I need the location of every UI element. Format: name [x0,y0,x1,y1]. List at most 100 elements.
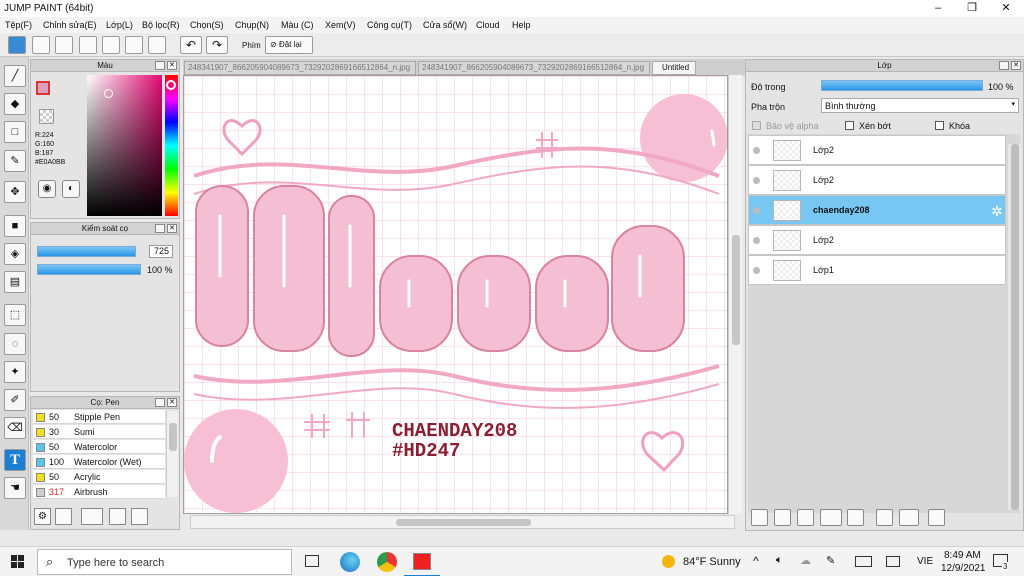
edge-browser-icon[interactable] [340,552,360,572]
brush-folder-icon[interactable] [131,508,148,525]
copy-layer-icon[interactable] [774,509,791,526]
eyedropper-icon[interactable]: ◐ [62,180,80,198]
comment-icon[interactable] [55,36,73,54]
new-brush-icon[interactable] [55,508,72,525]
menu-window[interactable]: Cửa sổ(W) [423,20,467,30]
drawing-canvas[interactable]: CHAENDAY208 #HD247 [183,75,728,514]
language-indicator[interactable]: VIE [917,556,933,567]
rect-tool-icon[interactable]: □ [4,121,26,143]
select-eraser-tool-icon[interactable]: ⌫ [4,417,26,439]
lock-checkbox[interactable] [935,121,944,130]
panel-float-icon[interactable] [999,61,1009,70]
menu-color[interactable]: Màu (C) [281,20,314,30]
windows-start-icon[interactable] [11,555,24,568]
brush-export-icon[interactable] [109,508,126,525]
undo-icon[interactable]: ↶ [180,36,202,54]
menu-capture[interactable]: Chụp(N) [235,20,269,30]
brush-opacity-slider[interactable] [37,264,141,275]
panel-close-icon[interactable]: ✕ [167,61,177,70]
scrollbar-thumb[interactable] [1011,144,1019,510]
bucket-tool-icon[interactable]: ◈ [4,243,26,265]
layer-row[interactable]: Lớp2 [748,135,1006,165]
brush-size-slider[interactable] [37,246,136,257]
onedrive-icon[interactable]: ☁ [800,554,811,567]
lasso-tool-icon[interactable]: ◌ [4,333,26,355]
h-scroll-thumb[interactable] [396,519,531,526]
palette-icon[interactable]: ◉ [38,180,56,198]
brush-settings-icon[interactable]: ⚙ [34,508,51,525]
visibility-eye-icon[interactable] [753,237,760,244]
canvas-v-scrollbar[interactable] [728,75,742,514]
doc-tab-2[interactable]: 248341907_866205904089673_73292028691665… [418,61,650,75]
chrome-icon[interactable] [377,552,397,572]
doc-tab-untitled[interactable]: Untitled [652,61,696,75]
snap-icon[interactable] [8,36,26,54]
layer-row[interactable]: Lớp2 [748,165,1006,195]
folder-icon[interactable] [847,509,864,526]
primary-color-swatch[interactable] [36,81,50,95]
new-layer-icon[interactable] [751,509,768,526]
chevron-up-icon[interactable]: ^ [753,554,759,568]
pen-icon[interactable]: ✎ [826,554,835,567]
fill-rect-tool-icon[interactable]: ■ [4,215,26,237]
canvas-h-scrollbar[interactable] [190,515,735,529]
select-rect-tool-icon[interactable]: ⬚ [4,304,26,326]
clip-checkbox[interactable] [845,121,854,130]
menu-filter[interactable]: Bộ lọc(R) [142,20,180,30]
hand-tool-icon[interactable]: ☚ [4,477,26,499]
panel-close-icon[interactable]: ✕ [167,224,177,233]
merge-down-icon[interactable] [876,509,893,526]
gradient-tool-icon[interactable]: ▤ [4,271,26,293]
brush-list-item[interactable]: 30 Sumi [33,425,165,439]
share-icon[interactable] [32,36,50,54]
scrollbar-thumb[interactable] [169,423,177,451]
redo-icon[interactable]: ↷ [206,36,228,54]
brush-list-item[interactable]: 50 Watercolor [33,440,165,454]
layer-opacity-slider[interactable] [821,80,983,91]
keyboard-icon[interactable] [855,556,872,567]
task-view-icon[interactable] [305,555,319,567]
brush-tool-icon[interactable]: ╱ [4,65,26,87]
alpha-protect-checkbox[interactable] [752,121,761,130]
hue-cursor[interactable] [166,80,176,90]
visibility-eye-icon[interactable] [753,177,760,184]
menu-layer[interactable]: Lớp(L) [106,20,133,30]
layer-mask-icon[interactable] [899,509,919,526]
layer-row[interactable]: Lớp1 [748,255,1006,285]
menu-view[interactable]: Xem(V) [325,20,356,30]
close-button[interactable]: ✕ [989,0,1023,17]
layer-image-icon[interactable] [797,509,814,526]
brush-list-item[interactable]: 100 Watercolor (Wet) [33,455,165,469]
transparent-swatch[interactable] [39,109,54,124]
clock-time[interactable]: 8:49 AM [944,550,981,561]
picker-cursor[interactable] [104,89,113,98]
add-layer-menu-icon[interactable] [820,509,842,526]
visibility-eye-icon[interactable] [753,147,760,154]
v-scroll-thumb[interactable] [732,235,740,345]
visibility-eye-icon[interactable] [753,267,760,274]
menu-help[interactable]: Help [512,20,531,30]
menu-file[interactable]: Tệp(F) [5,20,32,30]
minimize-button[interactable]: – [921,0,955,17]
delete-layer-icon[interactable] [928,509,945,526]
layer-list-scrollbar[interactable] [1008,144,1022,510]
magic-wand-tool-icon[interactable]: ✦ [4,361,26,383]
panel-float-icon[interactable] [155,398,165,407]
visibility-eye-icon[interactable] [753,207,760,214]
panel-float-icon[interactable] [155,224,165,233]
menu-edit[interactable]: Chỉnh sửa(E) [43,20,97,30]
saturation-picker[interactable] [87,75,162,216]
move-tool-icon[interactable]: ✥ [4,181,26,203]
hue-slider[interactable] [165,75,178,216]
layer-row[interactable]: Lớp2 [748,225,1006,255]
brush-list-item[interactable]: 50 Acrylic [33,470,165,484]
menu-tools[interactable]: Công cụ(T) [367,20,412,30]
pages-icon[interactable] [125,36,143,54]
pen-tool-icon[interactable]: ✎ [4,150,26,172]
layer-settings-gear-icon[interactable]: ✲ [991,203,1003,220]
page-icon[interactable] [102,36,120,54]
brush-menu-icon[interactable] [81,508,103,525]
menu-cloud[interactable]: Cloud [476,20,500,30]
clock-date[interactable]: 12/9/2021 [941,563,986,574]
display-icon[interactable] [886,556,900,567]
